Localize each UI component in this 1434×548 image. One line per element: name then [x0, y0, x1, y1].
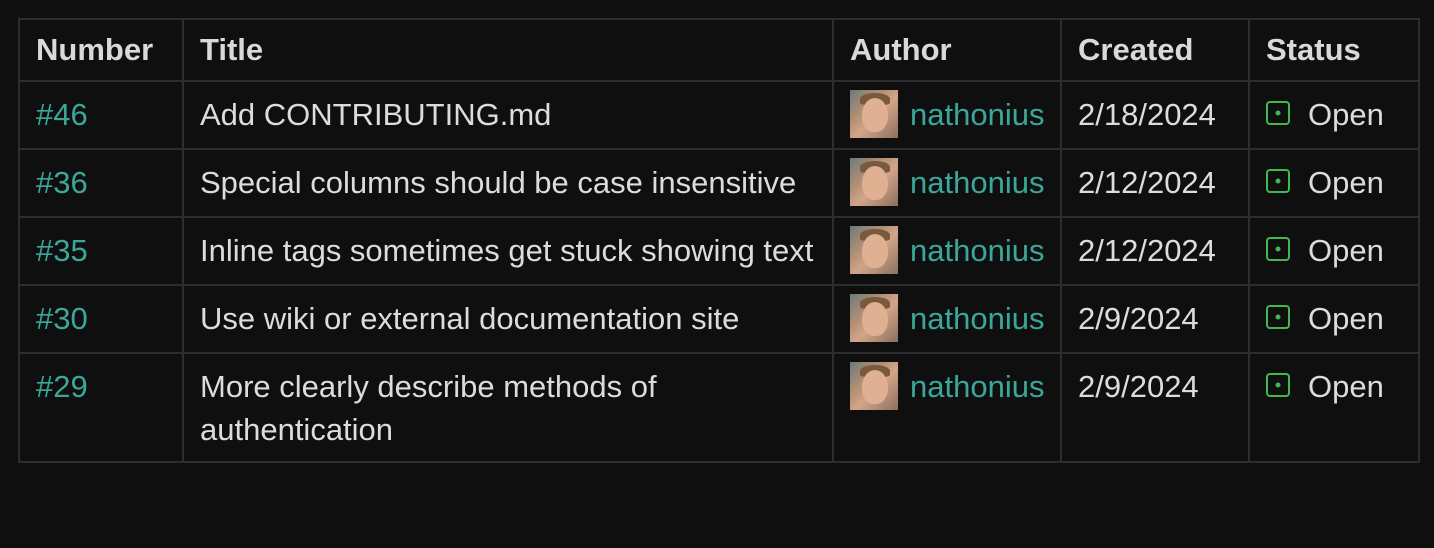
author-cell: nathonius: [850, 90, 1060, 138]
issues-table-wrapper: Number Title Author Created Status #46 A…: [18, 18, 1420, 463]
author-link[interactable]: nathonius: [910, 93, 1044, 136]
issue-number-link[interactable]: #35: [36, 233, 88, 268]
table-header: Number Title Author Created Status: [18, 18, 1420, 82]
issue-number-link[interactable]: #36: [36, 165, 88, 200]
issues-table: Number Title Author Created Status #46 A…: [18, 18, 1420, 463]
column-header-author[interactable]: Author: [832, 18, 1062, 82]
avatar: [850, 158, 898, 206]
status-cell: Open: [1266, 297, 1402, 340]
status-cell: Open: [1266, 161, 1402, 204]
status-cell: Open: [1266, 229, 1402, 272]
status-label: Open: [1308, 369, 1384, 404]
issue-open-icon: [1266, 169, 1290, 193]
table-row: #29 More clearly describe methods of aut…: [18, 352, 1420, 463]
issue-open-icon: [1266, 373, 1290, 397]
author-link[interactable]: nathonius: [910, 161, 1044, 204]
status-cell: Open: [1266, 365, 1402, 408]
created-date: 2/12/2024: [1060, 148, 1250, 218]
avatar: [850, 226, 898, 274]
column-header-title[interactable]: Title: [182, 18, 834, 82]
status-label: Open: [1308, 165, 1384, 200]
issue-title: Special columns should be case insensiti…: [182, 148, 834, 218]
author-link[interactable]: nathonius: [910, 229, 1044, 272]
column-header-created[interactable]: Created: [1060, 18, 1250, 82]
table-body: #46 Add CONTRIBUTING.md nathonius 2/18/2…: [18, 80, 1420, 463]
header-row: Number Title Author Created Status: [18, 18, 1420, 82]
column-header-number[interactable]: Number: [18, 18, 184, 82]
issue-title: More clearly describe methods of authent…: [182, 352, 834, 463]
created-date: 2/9/2024: [1060, 284, 1250, 354]
author-cell: nathonius: [850, 294, 1060, 342]
issue-number-link[interactable]: #46: [36, 97, 88, 132]
table-row: #35 Inline tags sometimes get stuck show…: [18, 216, 1420, 286]
author-cell: nathonius: [850, 226, 1060, 274]
author-link[interactable]: nathonius: [910, 297, 1044, 340]
table-row: #46 Add CONTRIBUTING.md nathonius 2/18/2…: [18, 80, 1420, 150]
author-cell: nathonius: [850, 158, 1060, 206]
status-label: Open: [1308, 97, 1384, 132]
created-date: 2/12/2024: [1060, 216, 1250, 286]
table-row: #36 Special columns should be case insen…: [18, 148, 1420, 218]
table-row: #30 Use wiki or external documentation s…: [18, 284, 1420, 354]
avatar: [850, 294, 898, 342]
status-label: Open: [1308, 233, 1384, 268]
issue-open-icon: [1266, 237, 1290, 261]
issue-open-icon: [1266, 305, 1290, 329]
issue-number-link[interactable]: #29: [36, 369, 88, 404]
status-label: Open: [1308, 301, 1384, 336]
issue-title: Inline tags sometimes get stuck showing …: [182, 216, 834, 286]
author-link[interactable]: nathonius: [910, 365, 1044, 408]
status-cell: Open: [1266, 93, 1402, 136]
created-date: 2/9/2024: [1060, 352, 1250, 463]
author-cell: nathonius: [850, 362, 1060, 410]
avatar: [850, 362, 898, 410]
issue-title: Add CONTRIBUTING.md: [182, 80, 834, 150]
column-header-status[interactable]: Status: [1248, 18, 1420, 82]
issue-title: Use wiki or external documentation site: [182, 284, 834, 354]
issue-open-icon: [1266, 101, 1290, 125]
issue-number-link[interactable]: #30: [36, 301, 88, 336]
avatar: [850, 90, 898, 138]
created-date: 2/18/2024: [1060, 80, 1250, 150]
